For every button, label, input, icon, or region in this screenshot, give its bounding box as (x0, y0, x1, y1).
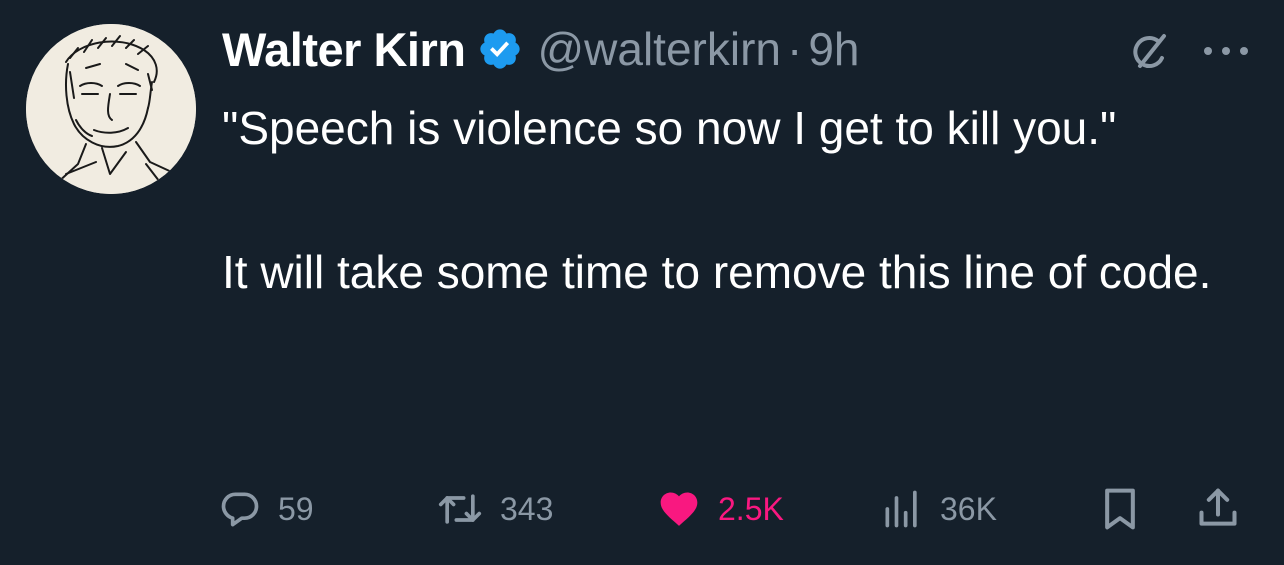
tweet-card: Walter Kirn @walterkirn · 9h "Speech is … (0, 0, 1284, 565)
view-count: 36K (940, 490, 997, 527)
tweet-actions: 59 343 2.5K 36K (218, 484, 1258, 534)
retweet-button[interactable]: 343 (436, 484, 553, 534)
like-count: 2.5K (718, 490, 784, 527)
author-handle[interactable]: @walterkirn (537, 22, 781, 76)
share-upload-icon (1199, 488, 1237, 526)
share-button[interactable] (1196, 484, 1240, 534)
retweet-icon (438, 494, 482, 524)
views-bar-chart-icon (885, 490, 917, 528)
tweet-text: "Speech is violence so now I get to kill… (222, 92, 1252, 308)
time-separator: · (786, 23, 803, 75)
reply-count: 59 (278, 490, 314, 527)
like-button[interactable]: 2.5K (656, 484, 784, 534)
reply-bubble-icon (221, 492, 259, 527)
reply-button[interactable]: 59 (218, 484, 314, 534)
bookmark-icon (1105, 488, 1135, 530)
tweet-timestamp[interactable]: 9h (808, 22, 859, 76)
bookmark-button[interactable] (1098, 484, 1142, 534)
tweet-header: Walter Kirn @walterkirn · 9h (222, 18, 859, 80)
verified-badge-icon (477, 26, 523, 72)
views-button[interactable]: 36K (880, 484, 997, 534)
grok-icon[interactable] (1128, 30, 1172, 74)
tweet-text-line-2: It will take some time to remove this li… (222, 246, 1212, 298)
more-dots-icon[interactable] (1198, 36, 1254, 66)
author-display-name[interactable]: Walter Kirn (222, 22, 466, 77)
avatar-sketch-icon (26, 24, 196, 194)
avatar[interactable] (26, 24, 196, 194)
tweet-text-line-1: "Speech is violence so now I get to kill… (222, 102, 1117, 154)
heart-icon (660, 492, 698, 526)
retweet-count: 343 (500, 490, 554, 527)
